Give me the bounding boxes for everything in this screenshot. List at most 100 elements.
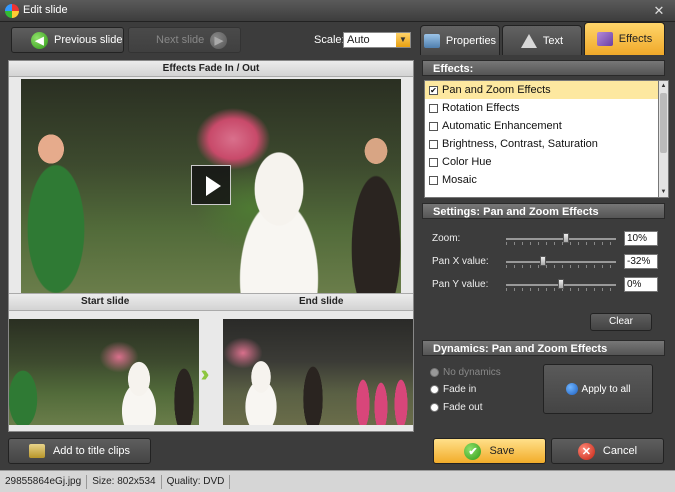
arrow-right-icon: ▶: [210, 31, 228, 49]
text-icon: [520, 33, 537, 48]
zoom-input[interactable]: 10%: [624, 231, 658, 246]
pan-y-slider-knob[interactable]: [558, 279, 564, 289]
effect-item[interactable]: Brightness, Contrast, Saturation: [425, 135, 658, 153]
apply-icon: [565, 383, 578, 395]
radio-button[interactable]: [430, 385, 439, 394]
tab-text-label: Text: [542, 34, 564, 47]
start-slide-label: Start slide: [81, 296, 130, 307]
effect-item[interactable]: Automatic Enhancement: [425, 117, 658, 135]
checkbox[interactable]: [429, 175, 438, 185]
zoom-slider-knob[interactable]: [563, 233, 569, 243]
previous-slide-button[interactable]: ◀ Previous slide: [11, 27, 124, 53]
radio-no-dynamics[interactable]: No dynamics: [430, 367, 501, 378]
effect-label: Rotation Effects: [442, 102, 520, 114]
effect-label: Automatic Enhancement: [442, 120, 562, 132]
tab-properties[interactable]: Properties: [420, 25, 500, 55]
arrow-left-icon: ◀: [31, 31, 48, 49]
radio-label: Fade out: [443, 402, 483, 413]
pan-x-label: Pan X value:: [432, 256, 489, 267]
radio-fade-in[interactable]: Fade in: [430, 384, 476, 395]
scrollbar-thumb[interactable]: [660, 93, 667, 153]
previous-slide-label: Previous slide: [54, 34, 123, 46]
checkbox[interactable]: [429, 139, 438, 149]
checkbox-checked[interactable]: ✔: [429, 85, 438, 95]
preview-header: Effects Fade In / Out: [9, 61, 413, 77]
checkbox[interactable]: [429, 103, 438, 113]
pan-x-row: Pan X value: -32%: [430, 253, 660, 273]
pan-x-slider-track[interactable]: [506, 261, 616, 263]
effect-label: Pan and Zoom Effects: [442, 84, 551, 96]
effect-label: Brightness, Contrast, Saturation: [442, 138, 598, 150]
tab-text[interactable]: Text: [502, 25, 582, 55]
apply-to-all-label: Apply to all: [581, 383, 631, 395]
radio-label: Fade in: [443, 384, 477, 395]
scale-select[interactable]: Auto ▼: [343, 32, 411, 48]
cancel-button[interactable]: ✕ Cancel: [551, 438, 664, 464]
next-slide-button[interactable]: Next slide ▶: [128, 27, 241, 53]
checkbox[interactable]: [429, 121, 438, 131]
effects-wand-icon: [596, 32, 613, 46]
title-bar: Edit slide ✕: [0, 0, 675, 22]
add-to-title-clips-label: Add to title clips: [52, 445, 131, 457]
save-button[interactable]: ✔ Save: [433, 438, 546, 464]
pan-x-ticks: [506, 265, 616, 268]
start-slide-thumbnail[interactable]: [9, 319, 199, 425]
tab-effects-label: Effects: [618, 33, 653, 45]
radio-fade-out[interactable]: Fade out: [430, 402, 482, 413]
zoom-slider-track[interactable]: [506, 238, 616, 240]
radio-label: No dynamics: [443, 367, 501, 378]
right-panel: Properties Text Effects Effects: ✔ Pan a…: [420, 22, 675, 432]
apply-to-all-button[interactable]: Apply to all: [543, 364, 653, 414]
pan-x-slider-knob[interactable]: [540, 256, 546, 266]
chevron-down-icon[interactable]: ▼: [396, 33, 410, 47]
settings-header: Settings: Pan and Zoom Effects: [422, 203, 665, 219]
end-slide-thumbnail[interactable]: [223, 319, 413, 425]
pan-y-row: Pan Y value: 0%: [430, 276, 660, 296]
scroll-up-icon[interactable]: ▲: [659, 81, 668, 91]
effect-label: Color Hue: [442, 156, 492, 168]
zoom-row: Zoom: 10%: [430, 230, 660, 250]
effects-scrollbar[interactable]: ▲ ▼: [659, 80, 669, 198]
next-slide-label: Next slide: [156, 34, 205, 46]
main-preview-image: [21, 79, 401, 293]
status-filename: 29855864eGj.jpg: [0, 474, 88, 489]
status-size: Size: 802x534: [87, 474, 162, 489]
scroll-down-icon[interactable]: ▼: [659, 187, 668, 197]
status-quality: Quality: DVD: [162, 474, 231, 489]
effects-list[interactable]: ✔ Pan and Zoom Effects Rotation Effects …: [424, 80, 659, 198]
toolbar: ◀ Previous slide Next slide ▶ Scale: Aut…: [0, 22, 420, 58]
tab-properties-label: Properties: [445, 34, 497, 47]
checkbox[interactable]: [429, 157, 438, 167]
properties-icon: [423, 33, 440, 48]
clear-button[interactable]: Clear: [590, 313, 652, 331]
radio-button[interactable]: [430, 403, 439, 412]
effect-label: Mosaic: [442, 174, 477, 186]
add-to-title-clips-button[interactable]: Add to title clips: [8, 438, 151, 464]
status-bar: 29855864eGj.jpg Size: 802x534 Quality: D…: [0, 470, 675, 492]
tab-effects[interactable]: Effects: [584, 22, 665, 55]
zoom-ticks: [506, 242, 616, 245]
cancel-icon: ✕: [577, 442, 595, 460]
effect-item[interactable]: ✔ Pan and Zoom Effects: [425, 81, 658, 99]
title-clip-icon: [28, 444, 45, 458]
pan-x-input[interactable]: -32%: [624, 254, 658, 269]
effect-item[interactable]: Color Hue: [425, 153, 658, 171]
effects-header: Effects:: [422, 60, 665, 76]
scale-value: Auto: [347, 34, 370, 46]
pan-y-label: Pan Y value:: [432, 279, 489, 290]
save-label: Save: [489, 445, 515, 457]
dynamics-header: Dynamics: Pan and Zoom Effects: [422, 340, 665, 356]
pan-y-input[interactable]: 0%: [624, 277, 658, 292]
scale-label: Scale:: [314, 34, 345, 46]
end-slide-label: End slide: [299, 296, 344, 307]
checkmark-icon: ✔: [464, 442, 482, 460]
effect-item[interactable]: Rotation Effects: [425, 99, 658, 117]
close-icon[interactable]: ✕: [651, 3, 667, 19]
bottom-bar: Add to title clips ✔ Save ✕ Cancel: [0, 432, 675, 470]
play-button[interactable]: [191, 165, 231, 205]
effect-item[interactable]: Mosaic: [425, 171, 658, 189]
radio-button[interactable]: [430, 368, 439, 377]
cancel-label: Cancel: [602, 445, 638, 457]
preview-panel: Effects Fade In / Out Start slide End sl…: [8, 60, 414, 432]
window-title: Edit slide: [23, 4, 68, 16]
